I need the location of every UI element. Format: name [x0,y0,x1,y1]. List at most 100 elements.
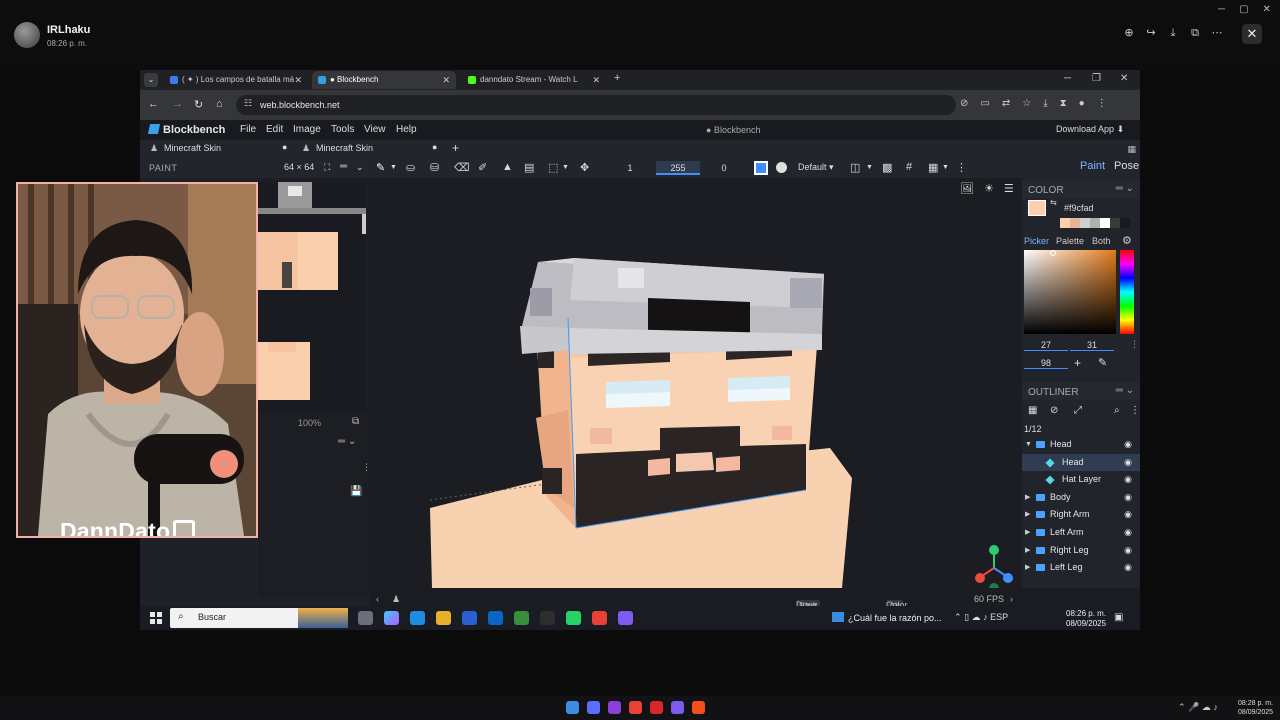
extensions-icon[interactable]: ⧗ [1060,98,1067,109]
brave-icon[interactable] [692,701,705,714]
eye-icon[interactable]: ◉ [1124,542,1132,560]
forward-icon[interactable]: → [172,98,183,110]
palette-swatch[interactable] [1110,218,1120,228]
pose-mode-tab[interactable]: Pose [1114,160,1139,172]
cast-icon[interactable]: ▭ [980,98,989,109]
menu-lines-icon[interactable]: ☰ [1004,182,1014,195]
brush-opacity-input[interactable]: 255 [656,161,700,175]
copy-icon[interactable]: ⧉ [352,416,359,427]
browser-tab-1[interactable]: ( ✦ ) Los campos de batalla má ✕ [164,71,308,89]
selection-tool-icon[interactable]: ⬚ [548,161,558,174]
bucket-tool-icon[interactable]: ⛁ [430,161,439,174]
chevron-down-icon[interactable]: ▼ [562,164,569,171]
close-window-icon[interactable]: ✕ [1120,73,1128,84]
palette-swatch[interactable] [1060,218,1070,228]
new-project-button[interactable]: + [452,141,459,155]
eye-icon[interactable]: ◉ [1124,471,1132,489]
address-bar[interactable]: ☷ web.blockbench.net [236,95,956,115]
panel-menu-icon[interactable]: ═ ⌄ [1116,183,1134,194]
current-color-swatch[interactable] [1028,200,1046,216]
paint-mode-tab[interactable]: Paint [1080,160,1105,172]
share-icon[interactable]: ↪ [1144,26,1158,40]
terminal-icon[interactable] [540,611,555,625]
menu-view[interactable]: View [364,124,386,135]
discord-icon[interactable] [618,611,633,625]
shape-tool-icon[interactable]: ▲ [502,161,513,173]
discord-icon[interactable] [671,701,684,714]
mirror-icon[interactable]: ◫ [850,161,860,174]
network-icon[interactable]: ☁ [1202,702,1211,712]
eye-icon[interactable]: ◉ [1124,436,1132,454]
brush-tool-icon[interactable]: ✎ [376,161,385,174]
restore-icon[interactable]: ❐ [1092,73,1101,84]
tab-close-icon[interactable]: ✕ [592,71,600,89]
gear-icon[interactable]: ⚙ [1122,234,1132,247]
hue-slider[interactable] [1120,250,1134,334]
chevron-right-icon[interactable]: › [1010,594,1013,604]
saturation-value-picker[interactable] [1024,250,1116,334]
chrome-icon[interactable] [592,611,607,625]
palette-swatch[interactable] [1120,218,1130,228]
brightness-icon[interactable]: ☀ [984,182,994,195]
brush-size-input[interactable]: 1 [610,161,650,175]
volume-icon[interactable]: ♪ [983,612,988,622]
zoom-in-icon[interactable]: ⊕ [1122,26,1136,40]
outliner-row[interactable]: Head ◉ [1022,453,1140,472]
unsaved-dot-icon[interactable]: ● [282,142,287,152]
menu-help[interactable]: Help [396,124,417,135]
move-tool-icon[interactable]: ✥ [580,161,589,174]
eye-icon[interactable]: ◉ [1124,559,1132,577]
menu-icon[interactable]: ⋮ [1097,98,1107,109]
expand-arrow-icon[interactable]: ▶ [1025,542,1030,560]
chevron-left-icon[interactable]: ‹ [376,594,379,604]
open-external-icon[interactable]: ⧉ [1188,26,1202,40]
visibility-toggle-icon[interactable]: ⊘ [1050,405,1058,416]
tab-overview-icon[interactable]: ▦ [1127,144,1136,155]
chevron-up-icon[interactable]: ⌃ [954,612,962,622]
new-tab-button[interactable]: + [614,72,620,84]
grid-icon[interactable]: # [906,161,912,173]
search-icon[interactable]: ⌕ [1114,405,1120,416]
outliner-row[interactable]: Hat Layer ◉ [1022,471,1140,489]
more-icon[interactable]: ⋮ [1130,405,1140,416]
brush-softness-input[interactable]: 0 [704,161,744,175]
unsaved-dot-icon[interactable]: ● [432,142,437,152]
download-icon[interactable]: ⤓ [1043,98,1047,109]
checkerboard-icon[interactable]: ▩ [882,161,892,174]
menu-file[interactable]: File [240,124,256,135]
taskbar-search[interactable]: ⌕ Buscar [170,608,348,628]
add-color-icon[interactable]: + [1074,356,1081,370]
expand-arrow-icon[interactable]: ▶ [1025,524,1030,542]
reload-icon[interactable]: ↻ [194,98,203,111]
windows-start-icon[interactable] [150,612,162,624]
value-input[interactable]: 98 [1024,358,1068,369]
bookmark-star-icon[interactable]: ☆ [1022,98,1031,109]
panel-menu-icon[interactable]: ═ ⌄ [1116,385,1134,396]
opera-icon[interactable] [650,701,663,714]
network-icon[interactable]: ☁ [972,612,981,622]
edge-icon[interactable] [410,611,425,625]
project-tab-2[interactable]: ♟ Minecraft Skin [300,143,373,153]
minimize-icon[interactable]: ─ [1064,73,1071,84]
fullscreen-icon[interactable]: ⛶ [324,162,330,173]
palette-swatch[interactable] [1080,218,1090,228]
tab-search-button[interactable]: ⌄ [144,73,158,87]
translate-icon[interactable]: ⇄ [1002,98,1010,109]
chevron-up-icon[interactable]: ⌃ [1178,702,1186,712]
minecraft-icon[interactable] [514,611,529,625]
uv-texture-canvas[interactable] [258,182,366,412]
expand-arrow-icon[interactable]: ▶ [1025,489,1030,507]
blend-mode-select[interactable]: Default ▾ [798,162,834,173]
outliner-row[interactable]: ▶ Left Leg ◉ [1022,559,1140,577]
expand-arrow-icon[interactable]: ▶ [1025,559,1030,577]
windows-start-icon[interactable] [566,701,579,714]
task-view-icon[interactable] [358,611,373,625]
store-icon[interactable] [462,611,477,625]
eyedropper-icon[interactable]: ✎ [1098,356,1107,369]
outliner-row[interactable]: ▶ Right Arm ◉ [1022,506,1140,524]
menu-edit[interactable]: Edit [266,124,283,135]
hue-input[interactable]: 27 [1024,340,1068,351]
gradient-tool-icon[interactable]: ▤ [524,161,534,174]
back-icon[interactable]: ← [148,98,159,110]
copilot-icon[interactable] [384,611,399,625]
